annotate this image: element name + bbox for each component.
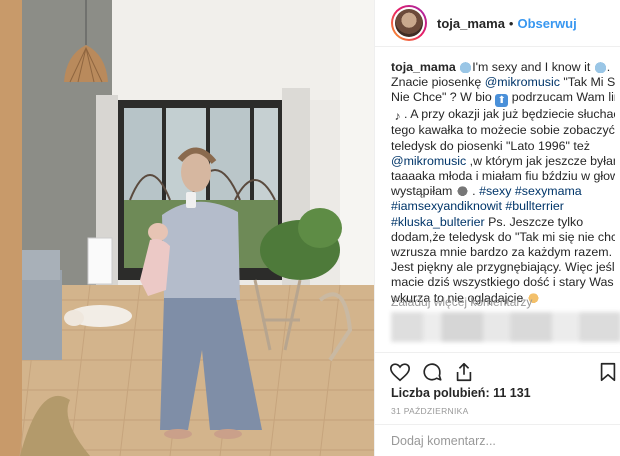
ram-emoji-icon — [455, 184, 469, 198]
caption-line: wzrusza mnie bardzo za każdym razem. — [391, 245, 615, 260]
post-date[interactable]: 31 PAŹDZIERNIKA — [391, 406, 469, 416]
comment-input[interactable] — [391, 433, 601, 448]
caption-line: macie dziś wszystkiego dość i stary Was — [391, 275, 615, 290]
caption-text: Nie Chce" ? W bio — [391, 90, 496, 105]
action-bar — [375, 352, 620, 388]
caption-text: . A przy okazji jak już będziecie słucha… — [404, 107, 615, 122]
comment-icon[interactable] — [421, 361, 443, 383]
avatar-image — [395, 9, 423, 37]
caption-line: Znacie piosenkę @mikromusic "Tak Mi Się — [391, 75, 615, 90]
caption-text: Znacie piosenkę — [391, 75, 485, 90]
caption-line: ♪. A przy okazji jak już będziecie słuch… — [391, 107, 616, 124]
post-photo[interactable] — [0, 0, 374, 456]
post-details-panel: toja_mama • Obserwuj toja_mama I'm sexy … — [374, 0, 620, 456]
caption-username-link[interactable]: toja_mama — [391, 60, 456, 74]
caption-tag-link[interactable]: @mikromusic — [485, 75, 560, 89]
whale-emoji-icon — [593, 60, 607, 73]
caption-text: Ps. Jeszcze tylko — [484, 214, 584, 229]
caption-line: dodam,że teledysk do "Tak mi się nie chc… — [391, 230, 615, 245]
up-emoji-icon: ⬆ — [495, 94, 509, 108]
caption-text: . — [468, 184, 480, 199]
follow-button[interactable]: Obserwuj — [517, 16, 576, 31]
caption-text: tego kawałka to możecie sobie zobaczyć — [391, 123, 615, 138]
caption-tag-link[interactable]: #iamsexyandiknowit — [391, 199, 502, 213]
post-caption: toja_mama I'm sexy and I know it . Znacie… — [391, 60, 615, 306]
caption-text: I'm sexy and I know it — [472, 60, 594, 74]
caption-text: Jest piękny ale przygnębiający. Więc jeś… — [391, 260, 615, 275]
caption-text: teledysk do piosenki "Lato 1996" też — [391, 138, 590, 153]
blurred-comment — [391, 312, 620, 342]
share-icon[interactable] — [453, 361, 475, 383]
separator-dot: • — [508, 15, 514, 31]
avatar[interactable] — [391, 5, 427, 41]
load-more-comments-button[interactable]: Załaduj więcej komentarzy — [391, 295, 532, 309]
caption-tag-link[interactable]: #sexy — [479, 184, 511, 198]
caption-tag-link[interactable]: #sexymama — [515, 184, 582, 198]
caption-text: wystąpiłam — [391, 184, 456, 199]
caption-line: #iamsexyandiknowit #bullterrier — [391, 199, 615, 214]
whale-emoji-icon — [459, 60, 473, 73]
caption-line: toja_mama I'm sexy and I know it . — [391, 60, 615, 75]
caption-text: macie dziś wszystkiego dość i stary Was — [391, 275, 614, 290]
caption-line: teledysk do piosenki "Lato 1996" też — [391, 139, 615, 154]
caption-line: #kluska_bulterier Ps. Jeszcze tylko — [391, 215, 615, 230]
caption-line: tego kawałka to możecie sobie zobaczyć — [391, 123, 615, 138]
bookmark-icon[interactable] — [597, 361, 619, 383]
post-image — [0, 0, 374, 456]
caption-line: taaaaka młoda i miałam fiu bździu w głow… — [391, 169, 615, 184]
caption-tag-link[interactable]: #bullterrier — [505, 199, 564, 213]
note-emoji-icon: ♪ — [394, 109, 401, 124]
post-header: toja_mama • Obserwuj — [375, 0, 620, 47]
caption-text: dodam,że teledysk do "Tak mi się nie chc… — [391, 229, 615, 244]
caption-text: ,w którym jak jeszcze byłam — [466, 153, 615, 168]
caption-line: wystąpiłam . #sexy #sexymama — [391, 184, 615, 199]
caption-tag-link[interactable]: @mikromusic — [391, 154, 466, 168]
caption-text: taaaaka młoda i miałam fiu bździu w głow… — [391, 169, 615, 184]
caption-line: Nie Chce" ? W bio ⬆ podrzucam Wam link — [391, 90, 615, 108]
caption-text: "Tak Mi Się — [563, 75, 615, 90]
likes-count[interactable]: Liczba polubień: 11 131 — [391, 386, 531, 400]
caption-tag-link[interactable]: #kluska_bulterier — [391, 215, 485, 229]
caption-line: @mikromusic ,w którym jak jeszcze byłam — [391, 154, 615, 169]
caption-text: podrzucam Wam link — [511, 90, 615, 105]
heart-icon[interactable] — [389, 361, 411, 383]
caption-text: wzrusza mnie bardzo za każdym razem. — [391, 245, 613, 260]
caption-line: Jest piękny ale przygnębiający. Więc jeś… — [391, 260, 615, 275]
comment-bar — [375, 424, 620, 456]
caption-text: . — [606, 60, 611, 74]
username-link[interactable]: toja_mama — [437, 16, 505, 31]
